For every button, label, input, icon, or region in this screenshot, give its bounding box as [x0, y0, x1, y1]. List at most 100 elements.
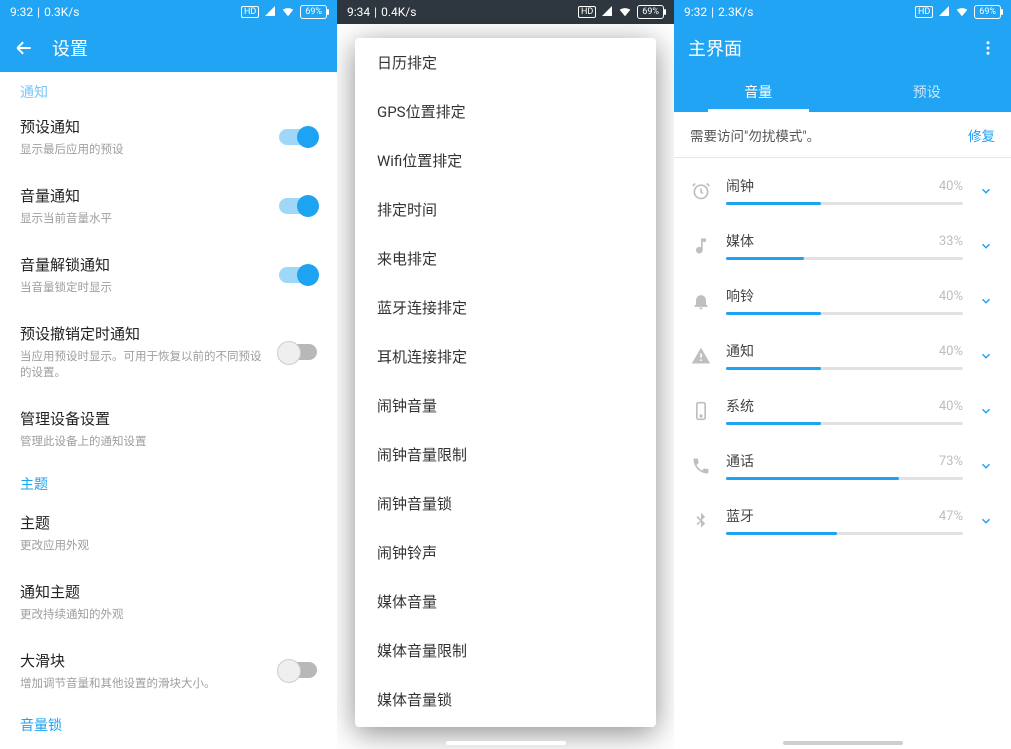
tab-preset[interactable]: 预设: [843, 72, 1011, 112]
battery-icon: 69%: [300, 5, 327, 19]
setting-row[interactable]: 大滑块增加调节音量和其他设置的滑块大小。: [0, 636, 337, 705]
dropdown-item[interactable]: 闹钟音量锁: [355, 479, 656, 528]
app-bar: 设置: [0, 24, 337, 72]
chevron-down-icon[interactable]: [977, 459, 995, 473]
volume-label: 响铃: [726, 286, 754, 306]
settings-list[interactable]: 通知 预设通知显示最后应用的预设音量通知显示当前音量水平音量解锁通知当音量锁定时…: [0, 72, 337, 749]
setting-subtitle: 显示当前音量水平: [20, 210, 267, 226]
nav-handle[interactable]: [446, 741, 566, 745]
toggle-switch[interactable]: [279, 129, 317, 145]
volume-slider[interactable]: [726, 312, 963, 315]
volume-row: 蓝牙47%: [674, 498, 1011, 553]
dropdown-item[interactable]: Wifi位置排定: [355, 136, 656, 185]
volume-percent: 73%: [939, 454, 963, 469]
volume-slider[interactable]: [726, 257, 963, 260]
call-icon: [690, 456, 712, 476]
volume-list[interactable]: 闹钟40%媒体33%响铃40%通知40%系统40%通话73%蓝牙47%: [674, 158, 1011, 749]
dropdown-item[interactable]: 日历排定: [355, 38, 656, 87]
setting-row[interactable]: 预设撤销定时通知当应用预设时显示。可用于恢复以前的不同预设的设置。: [0, 309, 337, 394]
volume-row: 闹钟40%: [674, 168, 1011, 223]
dropdown-item[interactable]: 媒体音量锁: [355, 675, 656, 724]
nav-handle[interactable]: [783, 741, 903, 745]
volume-percent: 40%: [939, 399, 963, 414]
setting-row[interactable]: 音量解锁通知当音量锁定时显示: [0, 240, 337, 309]
toggle-switch[interactable]: [279, 344, 317, 360]
volume-label: 通知: [726, 341, 754, 361]
volume-row: 通知40%: [674, 333, 1011, 388]
status-net-speed: 0.3K/s: [44, 5, 79, 19]
volume-percent: 33%: [939, 234, 963, 249]
dropdown-item[interactable]: 闹钟铃声: [355, 528, 656, 577]
chevron-down-icon[interactable]: [977, 184, 995, 198]
chevron-down-icon[interactable]: [977, 404, 995, 418]
main-screen: 9:32 | 2.3K/s HD 69% 主界面 音量 预设 需要访问"勿扰模式…: [674, 0, 1011, 749]
dropdown-item[interactable]: 响铃音量: [355, 724, 656, 727]
tab-volume[interactable]: 音量: [674, 72, 843, 112]
setting-row[interactable]: 口袋锁当屏幕关闭时锁定 音量: [0, 739, 337, 749]
setting-subtitle: 管理此设备上的通知设置: [20, 433, 317, 449]
bell-icon: [690, 291, 712, 311]
setting-subtitle: 更改应用外观: [20, 537, 317, 553]
section-header-volume-lock: 音量锁: [0, 705, 337, 739]
setting-subtitle: 增加调节音量和其他设置的滑块大小。: [20, 675, 267, 691]
volume-slider[interactable]: [726, 422, 963, 425]
dropdown-list[interactable]: 日历排定GPS位置排定Wifi位置排定排定时间来电排定蓝牙连接排定耳机连接排定闹…: [355, 38, 656, 727]
dropdown-item[interactable]: 媒体音量限制: [355, 626, 656, 675]
volume-label: 媒体: [726, 231, 754, 251]
chevron-down-icon[interactable]: [977, 294, 995, 308]
status-bar: 9:34 | 0.4K/s HD 69%: [337, 0, 674, 24]
volume-slider[interactable]: [726, 367, 963, 370]
volume-label: 闹钟: [726, 176, 754, 196]
status-time: 9:32: [10, 5, 33, 19]
hd-icon: HD: [578, 6, 596, 18]
volume-slider[interactable]: [726, 202, 963, 205]
setting-row[interactable]: 主题更改应用外观: [0, 498, 337, 567]
app-bar: 主界面: [674, 24, 1011, 72]
volume-slider[interactable]: [726, 477, 963, 480]
toggle-switch[interactable]: [279, 662, 317, 678]
toggle-switch[interactable]: [279, 198, 317, 214]
setting-row[interactable]: 预设通知显示最后应用的预设: [0, 102, 337, 171]
status-bar: 9:32 | 2.3K/s HD 69%: [674, 0, 1011, 24]
battery-icon: 69%: [637, 5, 664, 19]
setting-row[interactable]: 管理设备设置管理此设备上的通知设置: [0, 394, 337, 463]
chevron-down-icon[interactable]: [977, 514, 995, 528]
setting-row[interactable]: 通知主题更改持续通知的外观: [0, 567, 337, 636]
dropdown-item[interactable]: 耳机连接排定: [355, 332, 656, 381]
setting-subtitle: 当音量锁定时显示: [20, 279, 267, 295]
chevron-down-icon[interactable]: [977, 239, 995, 253]
permission-notice: 需要访问"勿扰模式"。 修复: [674, 112, 1011, 158]
dropdown-item[interactable]: 来电排定: [355, 234, 656, 283]
volume-row: 响铃40%: [674, 278, 1011, 333]
volume-row: 通话 73%: [674, 443, 1011, 498]
volume-slider[interactable]: [726, 532, 963, 535]
hd-icon: HD: [915, 6, 933, 18]
dropdown-sheet: 日历排定GPS位置排定Wifi位置排定排定时间来电排定蓝牙连接排定耳机连接排定闹…: [355, 38, 656, 727]
volume-row: 系统40%: [674, 388, 1011, 443]
wifi-icon: [955, 4, 969, 21]
dropdown-item[interactable]: 媒体音量: [355, 577, 656, 626]
fix-button[interactable]: 修复: [968, 125, 995, 145]
dropdown-item[interactable]: 蓝牙连接排定: [355, 283, 656, 332]
dropdown-item[interactable]: 闹钟音量: [355, 381, 656, 430]
setting-title: 管理设备设置: [20, 408, 317, 429]
tab-bar: 音量 预设: [674, 72, 1011, 112]
setting-title: 大滑块: [20, 650, 267, 671]
volume-label: 通话: [726, 451, 754, 471]
dropdown-item[interactable]: GPS位置排定: [355, 87, 656, 136]
dropdown-item[interactable]: 闹钟音量限制: [355, 430, 656, 479]
volume-percent: 47%: [939, 509, 963, 524]
status-time: 9:32: [684, 5, 707, 19]
settings-screen: 9:32 | 0.3K/s HD 69% 设置 通知 预设通知显示最后应用的预设…: [0, 0, 337, 749]
back-icon[interactable]: [14, 38, 34, 58]
hd-icon: HD: [241, 6, 259, 18]
alarm-icon: [690, 181, 712, 201]
more-icon[interactable]: [979, 39, 997, 57]
toggle-switch[interactable]: [279, 267, 317, 283]
chevron-down-icon[interactable]: [977, 349, 995, 363]
dropdown-item[interactable]: 排定时间: [355, 185, 656, 234]
setting-row[interactable]: 音量通知显示当前音量水平: [0, 171, 337, 240]
status-net-speed: 0.4K/s: [381, 5, 416, 19]
bt-icon: [690, 511, 712, 531]
music-icon: [690, 236, 712, 256]
